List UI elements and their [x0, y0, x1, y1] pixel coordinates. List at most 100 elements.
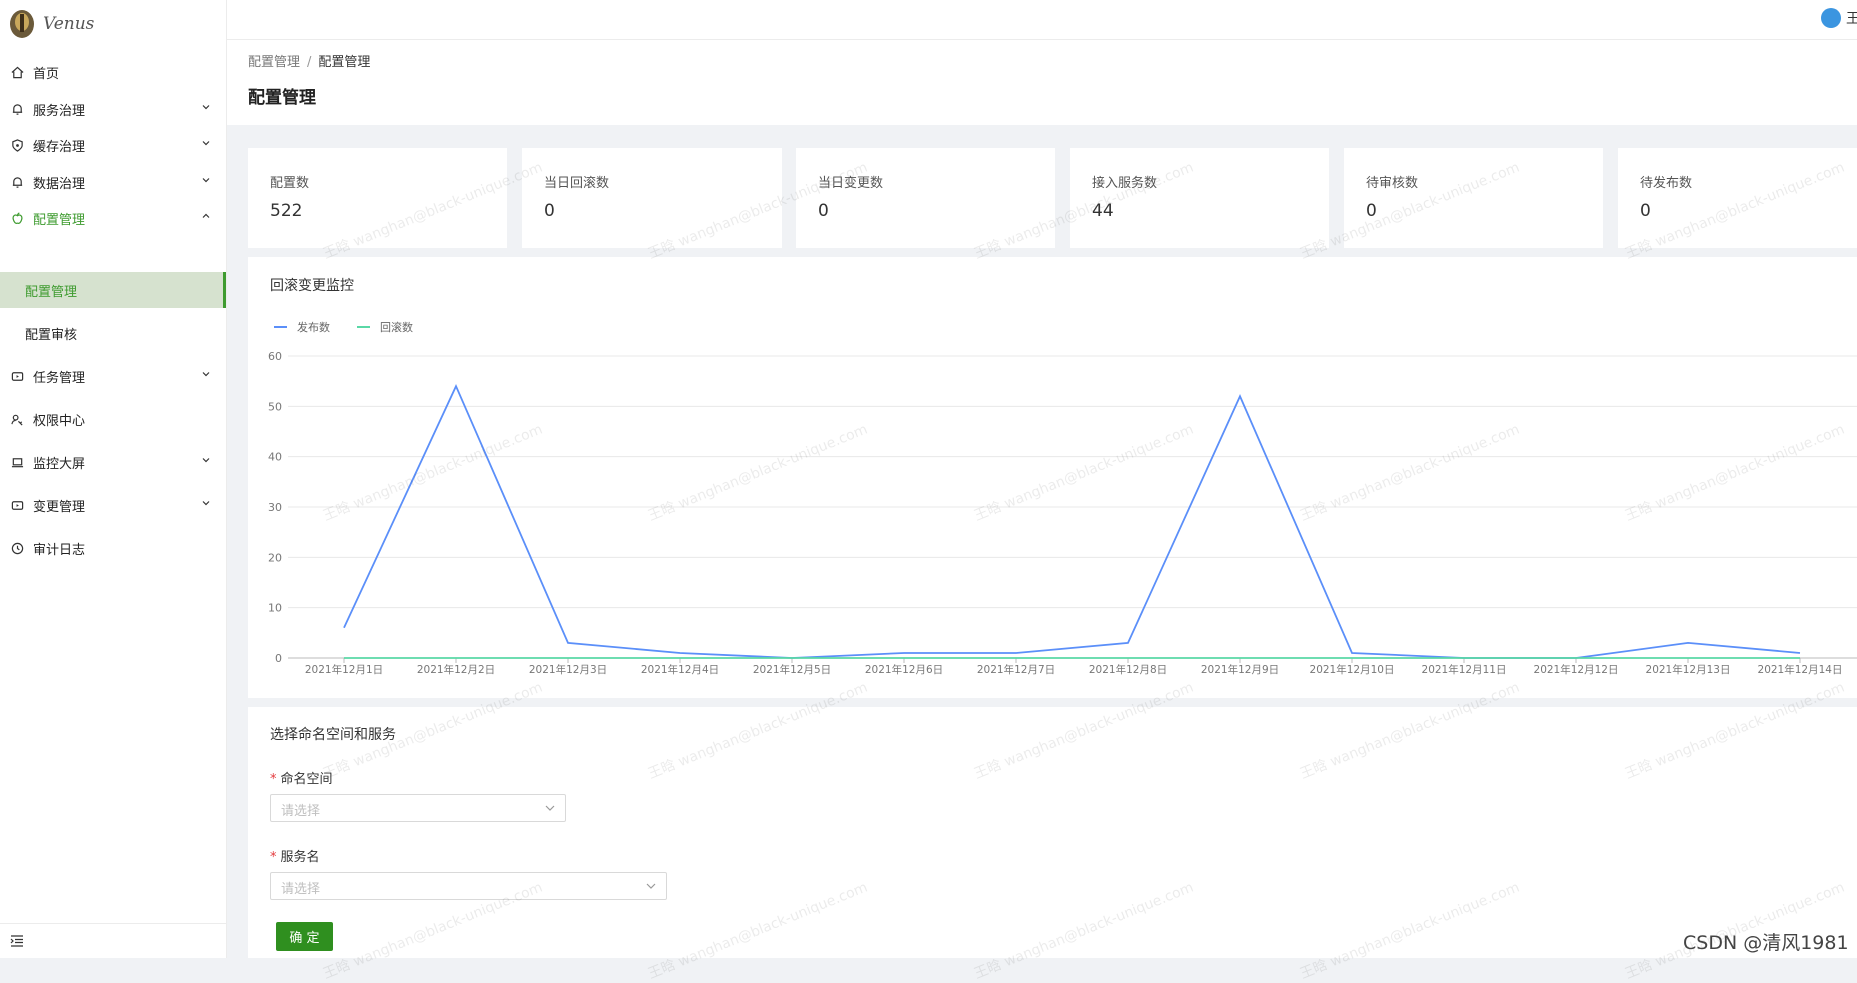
service-select-placeholder: 请选择: [281, 882, 321, 897]
apple-icon: [10, 212, 24, 226]
x-tick-label: 2021年12月5日: [753, 663, 831, 676]
x-tick-label: 2021年12月4日: [641, 663, 719, 676]
stat-label: 接入服务数: [1092, 176, 1158, 191]
y-tick-label: 20: [268, 551, 282, 564]
x-tick-label: 2021年12月10日: [1310, 663, 1395, 676]
x-tick-label: 2021年12月11日: [1422, 663, 1507, 676]
rollback-change-monitor-panel: 0 10 20 30 40 50 60 2021年12月1日 2021年12月2日 2021年12…: [248, 257, 1857, 698]
chevron-down-icon: [202, 458, 210, 463]
confirm-button[interactable]: 确 定: [276, 922, 333, 951]
sidebar-subitem-config-review[interactable]: 配置审核: [0, 315, 226, 351]
top-bar: [227, 0, 1857, 40]
clock-icon: [10, 542, 24, 556]
sidebar-item-label: 监控大屏: [33, 457, 86, 472]
stat-value: 44: [1092, 201, 1114, 221]
x-tick-label: 2021年12月14日: [1758, 663, 1843, 676]
stat-card-rollback-today: 当日回滚数 0: [522, 148, 782, 248]
y-tick-label: 40: [268, 451, 282, 464]
page-header: 配置管理 / 配置管理 配置管理: [227, 40, 1857, 125]
sidebar-item-change-management[interactable]: 变更管理: [0, 484, 226, 527]
form-title: 选择命名空间和服务: [270, 727, 396, 743]
breadcrumb-separator: /: [307, 55, 312, 70]
stat-card-pending-review: 待审核数 0: [1344, 148, 1603, 248]
x-tick-label: 2021年12月9日: [1201, 663, 1279, 676]
y-tick-label: 30: [268, 501, 282, 514]
stat-card-config-count: 配置数 522: [248, 148, 507, 248]
user-name[interactable]: 王: [1846, 8, 1857, 28]
chevron-down-icon: [202, 372, 210, 377]
user-key-icon: [10, 413, 24, 427]
required-mark: *: [270, 772, 277, 787]
chevron-down-icon: [202, 178, 210, 183]
user-avatar[interactable]: [1821, 8, 1841, 28]
breadcrumb-parent[interactable]: 配置管理: [248, 55, 300, 70]
stat-label: 当日回滚数: [544, 176, 610, 191]
sidebar-item-label: 数据治理: [33, 177, 86, 192]
sidebar-item-task-management[interactable]: 任务管理: [0, 355, 226, 398]
namespace-label: * 命名空间: [270, 768, 333, 787]
chevron-down-icon: [202, 501, 210, 506]
y-tick-label: 60: [268, 350, 282, 363]
stat-value: 0: [1366, 201, 1377, 221]
laptop-icon: [10, 456, 24, 470]
sidebar-collapse-toggle[interactable]: [0, 923, 226, 958]
warrior-logo-icon: [10, 10, 34, 38]
sidebar-item-label: 配置管理: [33, 213, 86, 228]
x-tick-label: 2021年12月13日: [1646, 663, 1731, 676]
sidebar-item-label: 首页: [33, 67, 60, 82]
bell-icon: [10, 176, 24, 190]
sidebar-item-label: 任务管理: [33, 371, 86, 386]
home-icon: [10, 66, 24, 80]
service-label: * 服务名: [270, 846, 320, 865]
legend-label: 发布数: [297, 320, 330, 334]
stat-value: 0: [818, 201, 829, 221]
x-tick-label: 2021年12月12日: [1534, 663, 1619, 676]
sidebar-item-label: 权限中心: [33, 414, 86, 429]
sidebar-item-config-management[interactable]: 配置管理: [0, 197, 226, 240]
bell-icon: [10, 103, 24, 117]
chevron-down-icon: [202, 105, 210, 110]
chevron-down-icon: [646, 883, 656, 889]
chevron-up-icon: [202, 213, 210, 218]
sidebar-item-permission-center[interactable]: 权限中心: [0, 398, 226, 441]
sidebar-item-label: 服务治理: [33, 104, 86, 119]
logo[interactable]: Venus: [0, 0, 226, 48]
stat-value: 0: [1640, 201, 1651, 221]
play-box-icon: [10, 499, 24, 513]
page-title: 配置管理: [248, 88, 316, 108]
x-tick-label: 2021年12月6日: [865, 663, 943, 676]
namespace-select[interactable]: 请选择: [270, 794, 566, 822]
sidebar-subitem-label: 配置管理: [25, 284, 78, 300]
legend-label: 回滚数: [380, 320, 413, 334]
stat-value: 0: [544, 201, 555, 221]
chevron-down-icon: [545, 805, 555, 811]
sidebar-subitem-label: 配置审核: [25, 327, 78, 343]
required-mark: *: [270, 850, 277, 865]
service-select[interactable]: 请选择: [270, 872, 667, 900]
csdn-credit: CSDN @清风1981: [1683, 932, 1849, 954]
x-tick-label: 2021年12月1日: [305, 663, 383, 676]
sidebar-item-audit-log[interactable]: 审计日志: [0, 527, 226, 570]
sidebar-item-label: 审计日志: [33, 543, 86, 558]
stat-value: 522: [270, 201, 303, 221]
y-tick-label: 10: [268, 602, 282, 615]
y-tick-label: 0: [275, 652, 282, 665]
namespace-select-placeholder: 请选择: [281, 804, 321, 819]
breadcrumb-current: 配置管理: [318, 55, 371, 70]
panel-title: 回滚变更监控: [270, 278, 354, 294]
stat-label: 待发布数: [1640, 176, 1693, 191]
stat-label: 配置数: [270, 176, 310, 191]
stat-label: 待审核数: [1366, 176, 1419, 191]
stat-card-changes-today: 当日变更数 0: [796, 148, 1055, 248]
sidebar-subitem-config-management[interactable]: 配置管理: [0, 272, 226, 308]
logo-text: Venus: [43, 14, 95, 34]
namespace-label-text: 命名空间: [280, 772, 333, 787]
sidebar-item-label: 缓存治理: [33, 140, 86, 155]
y-tick-label: 50: [268, 400, 282, 413]
sidebar-item-monitor-screen[interactable]: 监控大屏: [0, 441, 226, 484]
play-box-icon: [10, 370, 24, 384]
sidebar: Venus 首页 服务治理 缓存治理 数据治理 配置管理 配置管理 配置审核 任…: [0, 0, 227, 958]
breadcrumb: 配置管理 / 配置管理: [248, 51, 370, 70]
stat-label: 当日变更数: [818, 176, 884, 191]
menu-fold-icon: [10, 935, 23, 947]
